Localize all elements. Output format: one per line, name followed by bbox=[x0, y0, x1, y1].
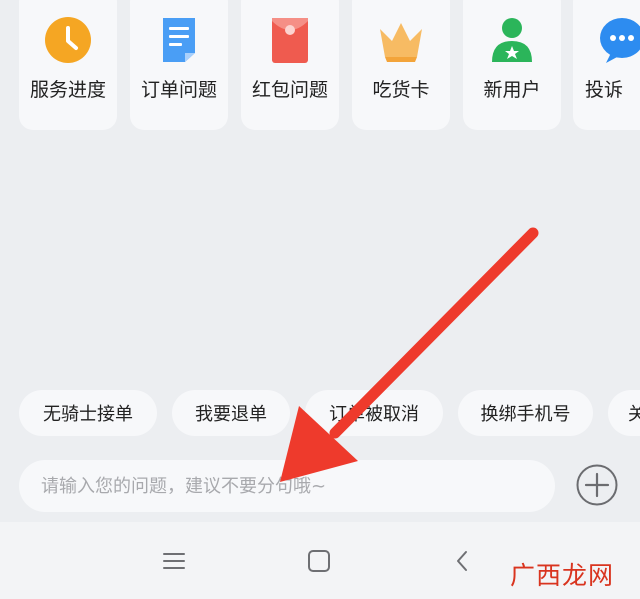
quick-reply-chip[interactable]: 换绑手机号 bbox=[458, 390, 593, 436]
shortcut-service-progress[interactable]: 服务进度 bbox=[19, 0, 117, 130]
quick-reply-chip[interactable]: 无骑士接单 bbox=[19, 390, 157, 436]
shortcut-label: 吃货卡 bbox=[372, 79, 430, 101]
shortcut-order-issue[interactable]: 订单问题 bbox=[130, 0, 228, 130]
menu-icon[interactable] bbox=[159, 546, 189, 576]
shortcut-row: 服务进度 订单问题 红包问题 吃货卡 新用户 投诉 bbox=[0, 0, 640, 130]
shortcut-label: 服务进度 bbox=[29, 79, 106, 101]
shortcut-label: 订单问题 bbox=[140, 79, 217, 101]
shortcut-label: 新用户 bbox=[483, 79, 541, 101]
shortcut-foodie-card[interactable]: 吃货卡 bbox=[352, 0, 450, 130]
shortcut-label: 投诉 bbox=[585, 79, 624, 101]
back-chevron-icon[interactable] bbox=[448, 546, 478, 576]
question-input-container bbox=[19, 460, 555, 512]
quick-reply-chip[interactable]: 关 bbox=[608, 390, 640, 436]
document-icon bbox=[163, 18, 195, 62]
system-nav-bar bbox=[0, 522, 640, 599]
quick-reply-chip[interactable]: 订单被取消 bbox=[305, 390, 443, 436]
chat-bubble-icon bbox=[600, 18, 640, 63]
shortcut-label: 红包问题 bbox=[251, 79, 328, 101]
question-input[interactable] bbox=[39, 474, 555, 498]
quick-reply-row: 无骑士接单 我要退单 订单被取消 换绑手机号 关 bbox=[0, 390, 640, 438]
clock-icon bbox=[45, 17, 91, 63]
shortcut-red-packet[interactable]: 红包问题 bbox=[241, 0, 339, 130]
add-plus-icon[interactable] bbox=[576, 464, 618, 506]
red-envelope-icon bbox=[272, 18, 308, 63]
new-user-icon bbox=[492, 18, 532, 62]
crown-icon bbox=[380, 23, 422, 62]
shortcut-new-user[interactable]: 新用户 bbox=[463, 0, 561, 130]
shortcut-complaint[interactable]: 投诉 bbox=[573, 0, 640, 130]
quick-reply-chip[interactable]: 我要退单 bbox=[172, 390, 290, 436]
home-square-icon[interactable] bbox=[304, 546, 334, 576]
